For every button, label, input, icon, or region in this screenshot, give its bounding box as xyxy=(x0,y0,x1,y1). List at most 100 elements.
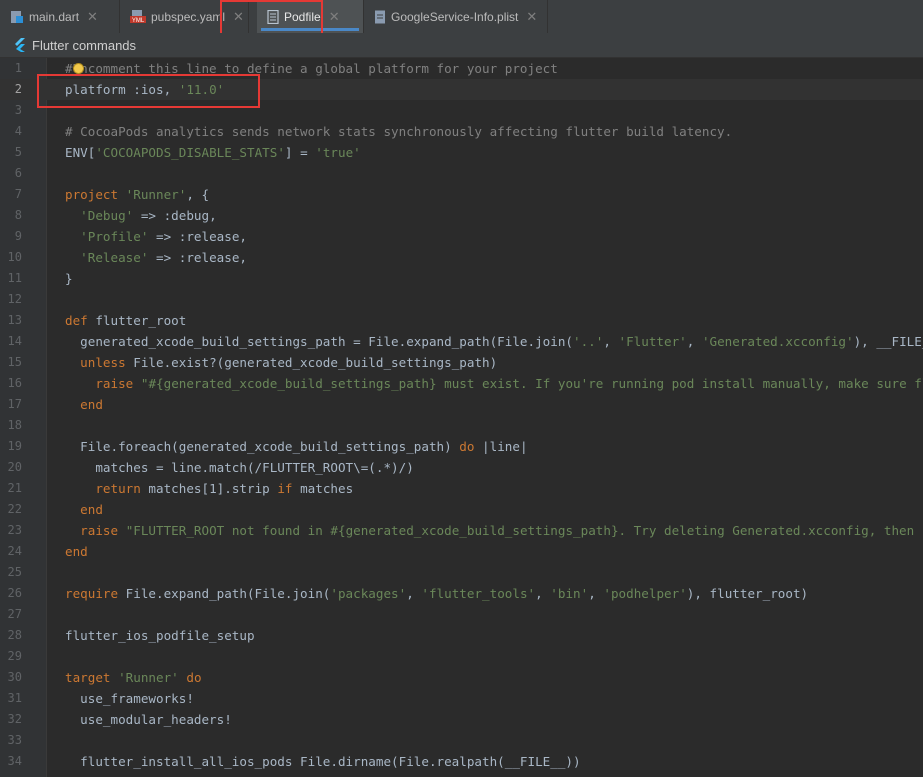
code-line[interactable]: 23 raise "FLUTTER_ROOT not found in #{ge… xyxy=(0,520,923,541)
code-line[interactable]: 16 raise "#{generated_xcode_build_settin… xyxy=(0,373,923,394)
code-line[interactable]: 35 end xyxy=(0,772,923,777)
code-line[interactable]: 30 target 'Runner' do xyxy=(0,667,923,688)
code-text: flutter_install_all_ios_pods File.dirnam… xyxy=(65,754,581,769)
code-text: } xyxy=(65,271,73,286)
code-line[interactable]: 29 xyxy=(0,646,923,667)
line-number: 10 xyxy=(7,250,22,264)
line-number: 31 xyxy=(7,691,22,705)
code-line[interactable]: 10 'Release' => :release, xyxy=(0,247,923,268)
code-text: return matches[1].strip if matches xyxy=(95,481,354,496)
code-line[interactable]: 34 flutter_install_all_ios_pods File.dir… xyxy=(0,751,923,772)
line-number: 23 xyxy=(7,523,22,537)
code-line[interactable]: 20 matches = line.match(/FLUTTER_ROOT\=(… xyxy=(0,457,923,478)
line-number: 32 xyxy=(7,712,22,726)
code-line[interactable]: 13 def flutter_root xyxy=(0,310,923,331)
line-number: 15 xyxy=(7,355,22,369)
code-text: 'Debug' => :debug, xyxy=(80,208,217,223)
code-text: project 'Runner', { xyxy=(65,187,210,202)
code-line[interactable]: 8 'Debug' => :debug, xyxy=(0,205,923,226)
code-line[interactable]: 3 xyxy=(0,100,923,121)
tab-main-dart[interactable]: main.dart ✕ xyxy=(0,0,120,33)
code-text: 'Profile' => :release, xyxy=(80,229,247,244)
tab-googleservice-info-plist[interactable]: GoogleService-Info.plist ✕ xyxy=(364,0,548,33)
code-text: raise "FLUTTER_ROOT not found in #{gener… xyxy=(80,523,923,538)
dart-file-icon xyxy=(10,10,24,24)
close-icon[interactable]: ✕ xyxy=(329,9,340,25)
code-line[interactable]: 11} xyxy=(0,268,923,289)
text-file-icon xyxy=(267,9,279,24)
line-number: 30 xyxy=(7,670,22,684)
code-line[interactable]: 4 # CocoaPods analytics sends network sta… xyxy=(0,121,923,142)
code-line[interactable]: 19 File.foreach(generated_xcode_build_se… xyxy=(0,436,923,457)
lightbulb-icon[interactable] xyxy=(74,64,83,73)
code-line[interactable]: 14 generated_xcode_build_settings_path =… xyxy=(0,331,923,352)
flutter-commands-bar[interactable]: Flutter commands xyxy=(0,33,923,58)
code-line[interactable]: 6 xyxy=(0,163,923,184)
code-line[interactable]: 32 use_modular_headers! xyxy=(0,709,923,730)
close-icon[interactable]: ✕ xyxy=(526,9,537,25)
code-line[interactable]: 7 project 'Runner', { xyxy=(0,184,923,205)
code-editor[interactable]: 1 #Uncomment this line to define a global… xyxy=(0,58,923,777)
line-number: 4 xyxy=(14,124,22,138)
code-line[interactable]: 25 xyxy=(0,562,923,583)
code-text: 'Release' => :release, xyxy=(80,250,247,265)
code-line[interactable]: 5 ENV['COCOAPODS_DISABLE_STATS'] = 'true' xyxy=(0,142,923,163)
line-number: 12 xyxy=(7,292,22,306)
code-line[interactable]: 26 require File.expand_path(File.join('pa… xyxy=(0,583,923,604)
code-text: def flutter_root xyxy=(65,313,187,328)
code-text: end xyxy=(65,772,88,777)
code-line[interactable]: 9 'Profile' => :release, xyxy=(0,226,923,247)
tab-label: pubspec.yaml xyxy=(151,9,226,24)
flutter-commands-label: Flutter commands xyxy=(32,37,137,53)
code-text: flutter_ios_podfile_setup xyxy=(65,628,255,643)
line-number: 29 xyxy=(7,649,22,663)
plist-file-icon xyxy=(374,10,386,24)
code-line[interactable]: 12 xyxy=(0,289,923,310)
code-line[interactable]: 24 end xyxy=(0,541,923,562)
line-number: 9 xyxy=(14,229,22,243)
line-number: 11 xyxy=(7,271,22,285)
code-line[interactable]: 31 use_frameworks! xyxy=(0,688,923,709)
line-number: 24 xyxy=(7,544,22,558)
line-number: 3 xyxy=(14,103,22,117)
tab-podfile[interactable]: Podfile ✕ xyxy=(257,0,364,33)
code-line[interactable]: 28 flutter_ios_podfile_setup xyxy=(0,625,923,646)
code-line[interactable]: 15 unless File.exist?(generated_xcode_bu… xyxy=(0,352,923,373)
line-number: 6 xyxy=(14,166,22,180)
code-line[interactable]: 2 platform :ios, '11.0' xyxy=(0,79,923,100)
code-text: end xyxy=(80,502,103,517)
line-number: 5 xyxy=(14,145,22,159)
line-number: 26 xyxy=(7,586,22,600)
code-line[interactable]: 21 return matches[1].strip if matches xyxy=(0,478,923,499)
line-number: 27 xyxy=(7,607,22,621)
close-icon[interactable]: ✕ xyxy=(87,9,98,25)
code-text: use_modular_headers! xyxy=(65,712,232,727)
code-text: #Uncomment this line to define a global … xyxy=(65,61,558,76)
code-text: # CocoaPods analytics sends network stat… xyxy=(65,124,733,139)
code-line[interactable]: 1 #Uncomment this line to define a global… xyxy=(0,58,923,79)
line-number: 35 xyxy=(0,772,22,777)
code-line[interactable]: 22 end xyxy=(0,499,923,520)
tab-pubspec-yaml[interactable]: YML pubspec.yaml ✕ xyxy=(120,0,249,33)
close-icon[interactable]: ✕ xyxy=(233,9,244,25)
code-line[interactable]: 33 xyxy=(0,730,923,751)
line-number: 21 xyxy=(7,481,22,495)
code-line[interactable]: 18 xyxy=(0,415,923,436)
editor-tab-bar: main.dart ✕ YML pubspec.yaml ✕ Podfile ✕… xyxy=(0,0,923,34)
code-text: matches = line.match(/FLUTTER_ROOT\=(.*)… xyxy=(65,460,414,475)
tab-label: GoogleService-Info.plist xyxy=(391,9,519,24)
code-line[interactable]: 17 end xyxy=(0,394,923,415)
svg-text:YML: YML xyxy=(132,18,145,24)
line-number: 14 xyxy=(7,334,22,348)
code-text: ENV['COCOAPODS_DISABLE_STATS'] = 'true' xyxy=(65,145,361,160)
code-line[interactable]: 27 xyxy=(0,604,923,625)
line-number: 2 xyxy=(14,82,22,96)
code-text: unless File.exist?(generated_xcode_build… xyxy=(80,355,498,370)
code-text: use_frameworks! xyxy=(65,691,194,706)
tab-label: main.dart xyxy=(29,9,80,24)
line-number: 19 xyxy=(7,439,22,453)
line-number: 17 xyxy=(7,397,22,411)
code-text: target 'Runner' do xyxy=(65,670,202,685)
code-text: end xyxy=(80,397,103,412)
code-text: raise "#{generated_xcode_build_settings_… xyxy=(95,376,923,391)
